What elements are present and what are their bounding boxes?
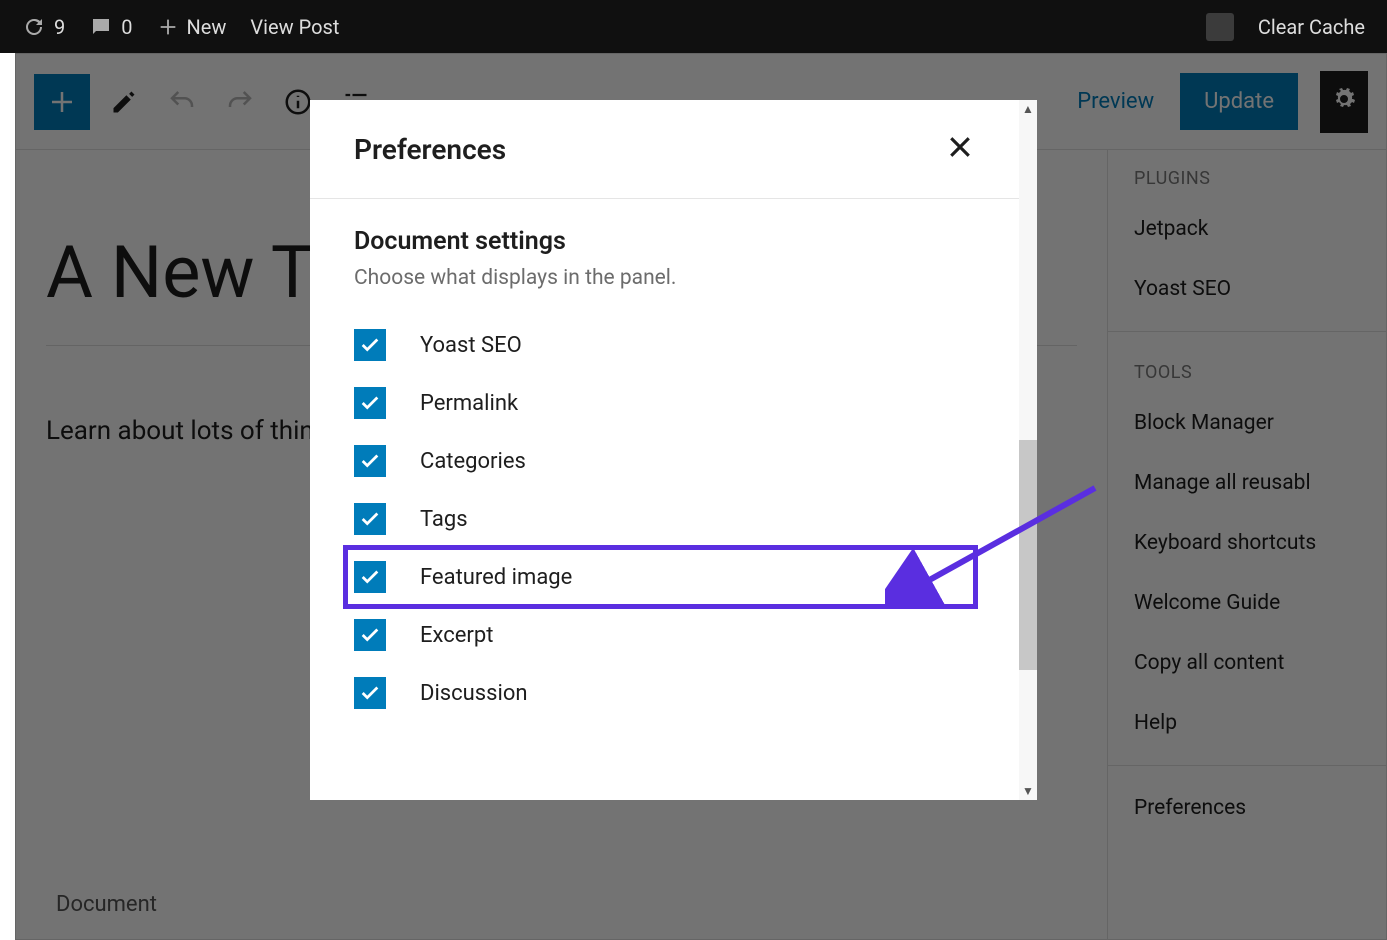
checkbox[interactable] <box>354 329 386 361</box>
clear-cache-label: Clear Cache <box>1258 15 1365 39</box>
updates-count: 9 <box>54 15 65 39</box>
checkbox[interactable] <box>354 677 386 709</box>
pref-label: Tags <box>420 507 468 532</box>
notifications-button[interactable] <box>1194 13 1246 41</box>
new-label: New <box>187 15 227 39</box>
pref-row-featured-image: Featured image <box>346 548 975 606</box>
check-icon <box>359 682 381 704</box>
checkbox[interactable] <box>354 619 386 651</box>
checkbox[interactable] <box>354 445 386 477</box>
new-button[interactable]: New <box>145 15 239 39</box>
close-button[interactable] <box>945 132 975 166</box>
pref-label: Categories <box>420 449 526 474</box>
scroll-down-arrow[interactable]: ▼ <box>1022 782 1034 800</box>
modal-header: Preferences <box>310 100 1019 199</box>
checkbox[interactable] <box>354 387 386 419</box>
close-icon <box>945 132 975 162</box>
check-icon <box>359 392 381 414</box>
preferences-modal: Preferences Document settings Choose wha… <box>310 100 1037 800</box>
refresh-icon <box>22 15 46 39</box>
pref-label: Featured image <box>420 565 572 590</box>
checkbox[interactable] <box>354 561 386 593</box>
pref-row-permalink: Permalink <box>354 374 975 432</box>
view-post-link[interactable]: View Post <box>238 15 351 39</box>
scroll-thumb[interactable] <box>1019 440 1037 670</box>
section-description: Choose what displays in the panel. <box>354 266 975 290</box>
modal-scrollbar[interactable]: ▲ ▼ <box>1019 100 1037 800</box>
comments-count: 0 <box>121 15 132 39</box>
check-icon <box>359 450 381 472</box>
plus-icon <box>157 16 179 38</box>
pref-row-categories: Categories <box>354 432 975 490</box>
pref-row-tags: Tags <box>354 490 975 548</box>
notification-icon <box>1206 13 1234 41</box>
section-title: Document settings <box>354 227 975 256</box>
comments-button[interactable]: 0 <box>77 15 144 39</box>
pref-label: Excerpt <box>420 623 493 648</box>
clear-cache-button[interactable]: Clear Cache <box>1246 15 1377 39</box>
modal-body: Document settings Choose what displays i… <box>310 199 1019 800</box>
pref-row-yoast-seo: Yoast SEO <box>354 316 975 374</box>
admin-bar: 9 0 New View Post Clear Cache <box>0 0 1387 53</box>
pref-label: Yoast SEO <box>420 333 522 358</box>
view-post-label: View Post <box>250 15 339 39</box>
pref-row-discussion: Discussion <box>354 664 975 722</box>
pref-label: Permalink <box>420 391 518 416</box>
updates-button[interactable]: 9 <box>10 15 77 39</box>
checkbox[interactable] <box>354 503 386 535</box>
check-icon <box>359 508 381 530</box>
modal-title: Preferences <box>354 133 506 166</box>
check-icon <box>359 624 381 646</box>
pref-row-excerpt: Excerpt <box>354 606 975 664</box>
scroll-up-arrow[interactable]: ▲ <box>1022 100 1034 118</box>
comment-icon <box>89 15 113 39</box>
pref-label: Discussion <box>420 681 528 706</box>
check-icon <box>359 566 381 588</box>
check-icon <box>359 334 381 356</box>
